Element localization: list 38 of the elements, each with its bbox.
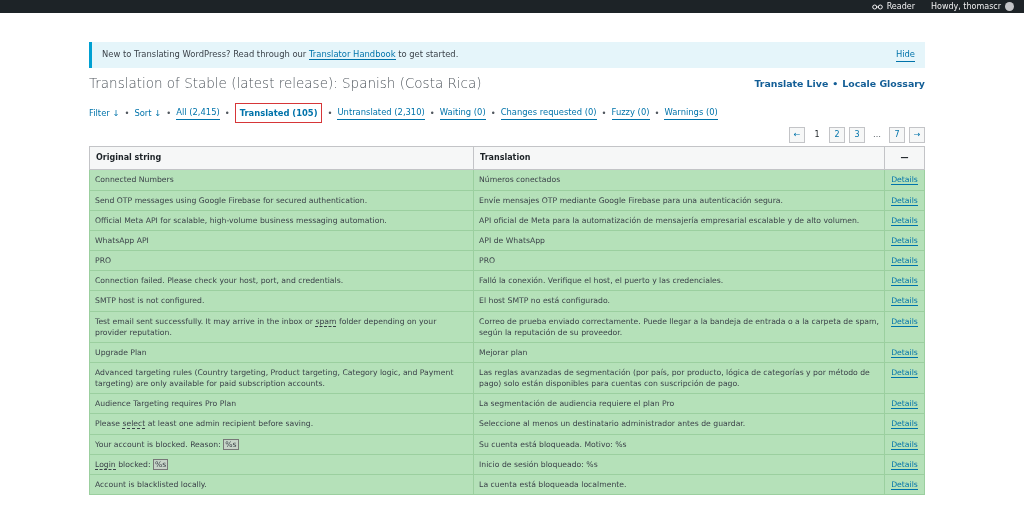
column-header: Translation [473,146,885,170]
separator-dot: • [124,106,130,120]
page-button[interactable]: 7 [889,127,905,144]
reader-link[interactable]: Reader [886,0,915,13]
filter-toggle-link[interactable]: Sort ↓ [134,106,162,120]
status-tab[interactable]: Fuzzy (0) [611,106,650,120]
column-header: — [884,146,925,170]
notice-text: New to Translating WordPress? Read through our Translator Handbook to get started. [102,48,459,62]
page-title: Translation of Stable (latest release): Spanish (Costa Rica) [89,74,482,91]
current-page[interactable]: 1 [809,127,825,144]
separator-dot: • [429,106,435,120]
separator-dot: • [490,106,496,120]
separator-dot: • [166,106,172,120]
separator-dot: • [327,106,333,120]
separator-dot: • [224,106,230,120]
status-tab[interactable]: Waiting (0) [439,106,486,120]
page-arrow-button[interactable]: → [909,127,925,144]
page-button[interactable]: 3 [849,127,865,144]
hide-link[interactable]: Hide [895,48,915,62]
separator-dot: • [654,106,660,120]
page-arrow-button[interactable]: ← [789,127,805,144]
status-tab[interactable]: Untranslated (2,310) [337,106,425,120]
column-header: Original string [89,146,474,170]
page-button[interactable]: 2 [829,127,845,144]
page-ellipsis: … [872,129,882,142]
status-tab[interactable]: All (2,415) [176,106,220,120]
user-greeting[interactable]: Howdy, thomascr [931,0,1001,13]
header-link[interactable]: Locale Glossary [842,76,925,91]
header-link[interactable]: Translate Live [754,76,829,91]
status-tab[interactable]: Changes requested (0) [500,106,597,120]
handbook-link[interactable]: Translator Handbook [309,49,396,60]
avatar-icon [1005,2,1014,11]
filter-toggle-link[interactable]: Filter ↓ [89,106,120,120]
separator-dot: • [601,106,607,120]
status-tab[interactable]: Translated (105) [234,102,323,124]
glasses-icon [871,3,883,10]
status-tab[interactable]: Warnings (0) [664,106,718,120]
separator-dot: • [832,76,839,91]
